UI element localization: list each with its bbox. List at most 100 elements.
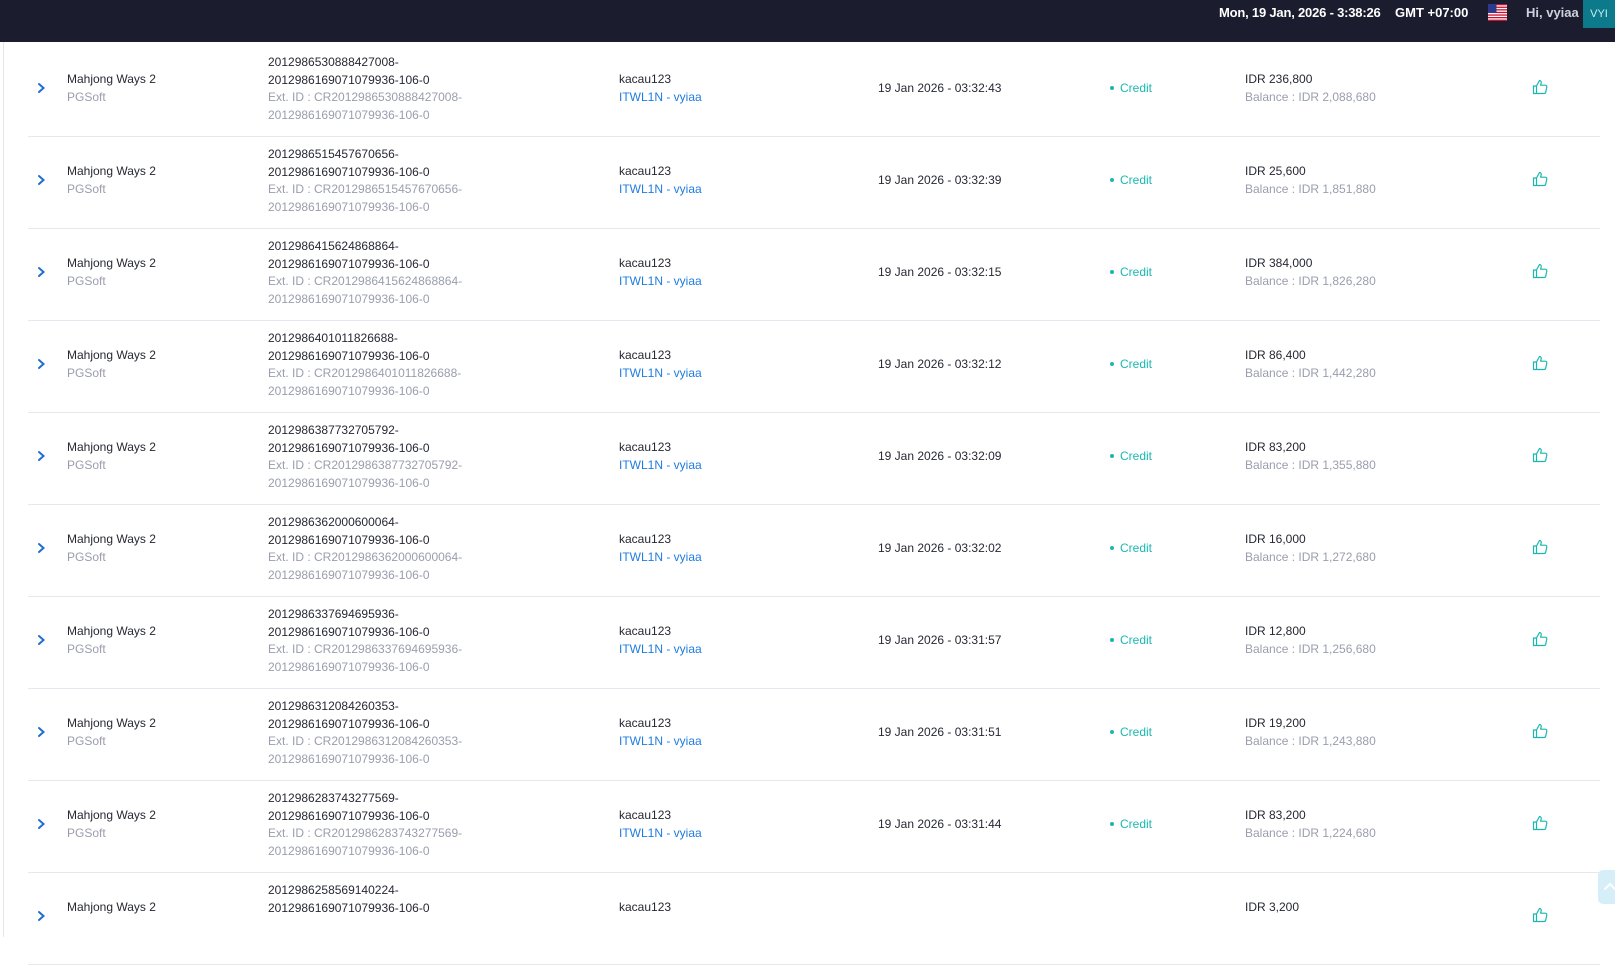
table-row[interactable]: Mahjong Ways 2 PGSoft 2012986530888427008-… [28,42,1600,137]
thumbs-up-icon[interactable] [1531,78,1549,96]
agent-link[interactable]: ITWL1N - vyiaa [619,457,702,475]
thumbs-up-icon[interactable] [1531,446,1549,464]
chevron-right-icon[interactable] [35,174,47,186]
chevron-right-icon[interactable] [35,726,47,738]
table-row[interactable]: Mahjong Ways 2 PGSoft 2012986387732705792-… [28,410,1600,505]
agent-link[interactable]: ITWL1N - vyiaa [619,365,702,383]
header-datetime: Mon, 19 Jan, 2026 - 3:38:26 [1219,5,1381,20]
transaction-id-line1: 2012986530888427008- [268,55,399,69]
balance-after: Balance : IDR 1,256,680 [1245,641,1376,656]
thumbs-up-icon[interactable] [1531,262,1549,280]
transaction-id-cell: 2012986283743277569- 2012986169071079936-… [268,790,462,860]
transaction-type: Credit [1110,540,1152,558]
agent-link[interactable]: ITWL1N - vyiaa [619,733,702,751]
transaction-amount: IDR 25,600 [1245,164,1306,178]
thumbs-up-icon[interactable] [1531,170,1549,188]
chevron-right-icon[interactable] [35,266,47,278]
header-timezone: GMT +07:00 [1395,5,1469,20]
player-username: kacau123 [619,440,672,454]
user-avatar[interactable]: VYI [1583,0,1615,28]
transaction-id-line2: 2012986169071079936-106-0 [268,808,430,823]
external-id-line1: Ext. ID : CR2012986337694695936- [268,642,463,656]
thumbs-up-icon[interactable] [1531,906,1549,924]
thumbs-up-icon[interactable] [1531,814,1549,832]
external-id-line1: Ext. ID : CR2012986415624868864- [268,274,463,288]
player-username: kacau123 [619,72,672,86]
player-cell: kacau123 ITWL1N - vyiaa [619,439,702,474]
game-name: Mahjong Ways 2 [67,348,156,362]
amount-cell: IDR 12,800 Balance : IDR 1,256,680 [1245,623,1376,658]
table-row[interactable]: Mahjong Ways 2 PGSoft 2012986312084260353-… [28,686,1600,781]
transaction-id-line1: 2012986312084260353- [268,699,399,713]
agent-link[interactable]: ITWL1N - vyiaa [619,825,702,843]
status-dot-icon [1110,361,1114,366]
transaction-id-line1: 2012986258569140224- [268,883,399,897]
chevron-right-icon[interactable] [35,358,47,370]
external-id-line2: 2012986169071079936-106-0 [268,199,430,214]
player-cell: kacau123 ITWL1N - vyiaa [619,531,702,566]
table-row[interactable]: Mahjong Ways 2 PGSoft 2012986362000600064-… [28,502,1600,597]
us-flag-icon[interactable] [1488,4,1507,21]
balance-after: Balance : IDR 1,355,880 [1245,457,1376,472]
thumbs-up-icon[interactable] [1531,354,1549,372]
external-id-line1: Ext. ID : CR2012986312084260353- [268,734,463,748]
transaction-type: Credit [1110,632,1152,650]
transaction-id-line2: 2012986169071079936-106-0 [268,440,430,455]
transaction-id-line2: 2012986169071079936-106-0 [268,532,430,547]
transaction-time: 19 Jan 2026 - 03:32:39 [878,173,1002,187]
transaction-id-cell: 2012986530888427008- 2012986169071079936-… [268,54,462,124]
external-id-line2: 2012986169071079936-106-0 [268,383,430,398]
user-greeting[interactable]: Hi, vyiaa [1526,5,1579,20]
content-left-border [3,42,4,937]
game-provider: PGSoft [67,181,106,196]
game-provider: PGSoft [67,825,106,840]
chevron-up-icon [1604,882,1615,890]
game-provider: PGSoft [67,549,106,564]
amount-cell: IDR 236,800 Balance : IDR 2,088,680 [1245,71,1376,106]
table-row[interactable]: Mahjong Ways 2 PGSoft 2012986337694695936-… [28,594,1600,689]
player-username: kacau123 [619,256,672,270]
thumbs-up-icon[interactable] [1531,630,1549,648]
transaction-id-line2: 2012986169071079936-106-0 [268,72,430,87]
transaction-time: 19 Jan 2026 - 03:31:44 [878,817,1002,831]
transaction-type: Credit [1110,724,1152,742]
chevron-right-icon[interactable] [35,542,47,554]
table-row[interactable]: Mahjong Ways 2 PGSoft 2012986415624868864-… [28,226,1600,321]
player-cell: kacau123 [619,899,671,917]
agent-link[interactable]: ITWL1N - vyiaa [619,549,702,567]
status-dot-icon [1110,85,1114,90]
game-cell: Mahjong Ways 2 PGSoft [67,255,156,290]
transaction-type: Credit [1110,172,1152,190]
transaction-type-label: Credit [1120,265,1153,279]
transaction-id-line2: 2012986169071079936-106-0 [268,900,430,915]
chevron-right-icon[interactable] [35,910,47,922]
amount-cell: IDR 384,000 Balance : IDR 1,826,280 [1245,255,1376,290]
agent-link[interactable]: ITWL1N - vyiaa [619,641,702,659]
table-row[interactable]: Mahjong Ways 2 PGSoft 2012986515457670656-… [28,134,1600,229]
thumbs-up-icon[interactable] [1531,538,1549,556]
table-row[interactable]: Mahjong Ways 2 PGSoft 2012986283743277569-… [28,778,1600,873]
game-provider: PGSoft [67,457,106,472]
chevron-right-icon[interactable] [35,450,47,462]
table-row[interactable]: Mahjong Ways 2 PGSoft 2012986401011826688-… [28,318,1600,413]
chevron-right-icon[interactable] [35,818,47,830]
game-name: Mahjong Ways 2 [67,532,156,546]
agent-link[interactable]: ITWL1N - vyiaa [619,273,702,291]
transaction-id-line1: 2012986337694695936- [268,607,399,621]
game-name: Mahjong Ways 2 [67,808,156,822]
thumbs-up-icon[interactable] [1531,722,1549,740]
agent-link[interactable]: ITWL1N - vyiaa [619,89,702,107]
player-cell: kacau123 ITWL1N - vyiaa [619,163,702,198]
chevron-right-icon[interactable] [35,634,47,646]
table-row[interactable]: Mahjong Ways 2 2012986258569140224- 201298… [28,870,1600,965]
external-id-line1: Ext. ID : CR2012986283743277569- [268,826,463,840]
scroll-to-top-button[interactable] [1598,870,1615,904]
transaction-id-line2: 2012986169071079936-106-0 [268,624,430,639]
external-id-line2: 2012986169071079936-106-0 [268,843,430,858]
agent-link[interactable]: ITWL1N - vyiaa [619,181,702,199]
player-cell: kacau123 ITWL1N - vyiaa [619,623,702,658]
player-username: kacau123 [619,716,672,730]
chevron-right-icon[interactable] [35,82,47,94]
amount-cell: IDR 83,200 Balance : IDR 1,224,680 [1245,807,1376,842]
transaction-id-line1: 2012986387732705792- [268,423,399,437]
